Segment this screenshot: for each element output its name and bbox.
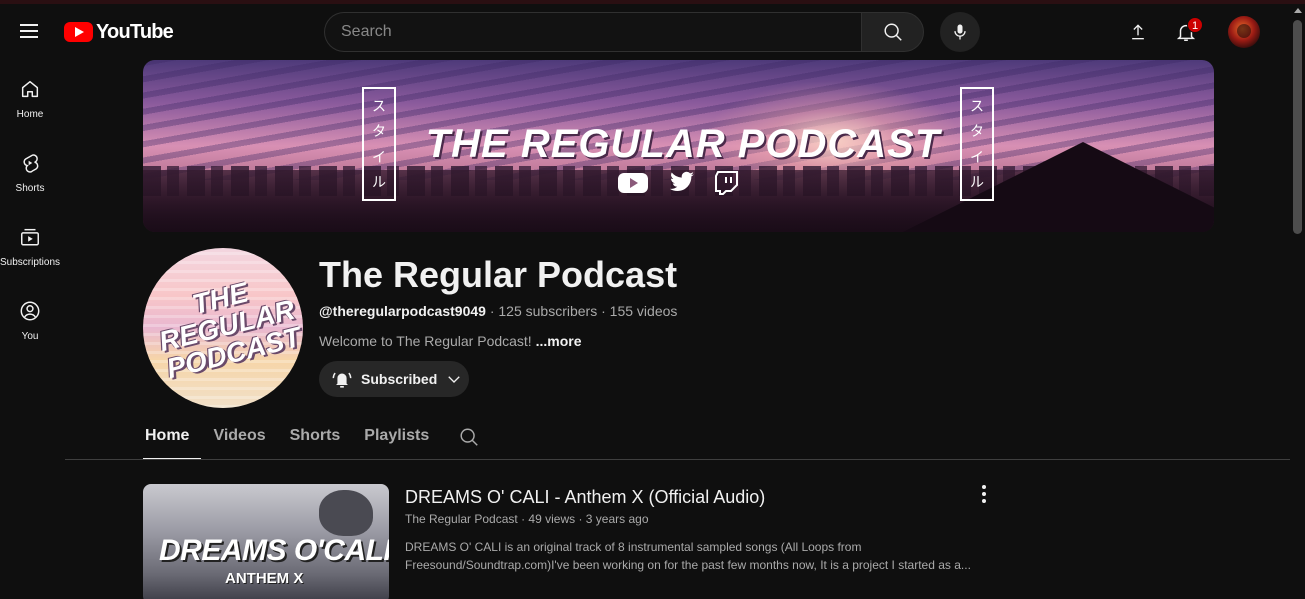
subscriber-count: 125 subscribers [498, 303, 598, 319]
channel-search-button[interactable] [449, 420, 489, 460]
video-count: 155 videos [609, 303, 678, 319]
tab-videos[interactable]: Videos [201, 420, 277, 460]
banner-glyph: ル [970, 175, 984, 192]
search-button[interactable] [861, 12, 924, 52]
youtube-play-icon [64, 22, 93, 42]
channel-avatar[interactable]: THE REGULAR PODCAST [143, 248, 303, 408]
subscribed-button[interactable]: Subscribed [319, 361, 469, 397]
youtube-logo[interactable]: YouTube [64, 20, 174, 44]
banner-vertical-text-right: ス タ イ ル [960, 87, 994, 201]
sidebar-item-you[interactable]: You [0, 282, 60, 346]
featured-video-thumbnail[interactable]: DREAMS O'CALI ANTHEM X [143, 484, 389, 599]
featured-video-description: DREAMS O' CALI is an original track of 8… [405, 540, 971, 572]
sidebar-item-shorts[interactable]: Shorts [0, 134, 60, 198]
meta-separator: · [578, 512, 586, 526]
subscribed-label: Subscribed [361, 371, 438, 387]
banner-glyph: ル [372, 175, 386, 192]
channel-description: Welcome to The Regular Podcast! ...more [319, 333, 582, 349]
meta-separator: · [601, 303, 610, 319]
scroll-up-arrow-icon[interactable] [1294, 8, 1302, 13]
tab-playlists[interactable]: Playlists [352, 420, 441, 460]
hamburger-line [20, 36, 38, 38]
banner-vertical-text-left: ス タ イ ル [362, 87, 396, 201]
sidebar-item-subscriptions[interactable]: Subscriptions [0, 208, 60, 272]
video-channel-name[interactable]: The Regular Podcast [405, 512, 518, 526]
sidebar-item-label: You [21, 331, 39, 342]
search-icon [460, 428, 479, 446]
microphone-icon [954, 24, 966, 40]
video-view-count: 49 views [528, 512, 576, 526]
banner-glyph: ス [970, 98, 984, 115]
video-action-menu-button[interactable] [972, 482, 996, 506]
tab-shorts[interactable]: Shorts [278, 420, 353, 460]
subscriptions-icon [21, 228, 39, 246]
search-input[interactable] [324, 12, 861, 52]
twitch-icon [715, 171, 738, 195]
thumbnail-subtitle-text: ANTHEM X [225, 570, 304, 587]
voice-search-button[interactable] [940, 12, 980, 52]
sidebar-item-label: Shorts [15, 183, 45, 194]
thumbnail-title-text: DREAMS O'CALI [159, 534, 389, 567]
channel-tabs: Home Videos Shorts Playlists [143, 420, 489, 460]
banner-glyph: タ [970, 124, 984, 141]
video-age: 3 years ago [585, 512, 649, 526]
upload-icon [1132, 24, 1144, 40]
sidebar-item-home[interactable]: Home [0, 60, 60, 124]
channel-metadata: @theregularpodcast9049 · 125 subscribers… [319, 303, 677, 319]
banner-mountain [903, 142, 1214, 232]
description-more-link[interactable]: ...more [536, 333, 582, 349]
tab-home[interactable]: Home [143, 420, 202, 460]
more-vertical-icon [982, 492, 986, 496]
logo-text: YouTube [96, 20, 174, 43]
description-text: Welcome to The Regular Podcast! [319, 333, 532, 349]
more-vertical-icon [982, 499, 986, 503]
channel-banner: ス タ イ ル ス タ イ ル THE REGULAR PODCAST [143, 60, 1214, 232]
masthead: YouTube 1 [0, 4, 1290, 60]
twitter-icon [669, 171, 694, 192]
home-icon [21, 80, 39, 98]
scrollbar-thumb[interactable] [1293, 20, 1302, 234]
banner-glyph: ス [372, 98, 386, 115]
sidebar-item-label: Home [16, 109, 44, 120]
account-avatar[interactable] [1228, 16, 1260, 48]
sidebar-item-label: Subscriptions [0, 257, 61, 268]
search-box [324, 12, 924, 52]
hamburger-line [20, 30, 38, 32]
hamburger-line [20, 24, 38, 26]
notification-bell-ringing-icon [332, 372, 352, 388]
notification-count-badge: 1 [1187, 17, 1204, 33]
youtube-icon [618, 173, 648, 193]
channel-handle: @theregularpodcast9049 [319, 303, 486, 319]
guide-menu-button[interactable] [14, 16, 44, 46]
notifications-button[interactable]: 1 [1170, 16, 1204, 48]
featured-video-title[interactable]: DREAMS O' CALI - Anthem X (Official Audi… [405, 487, 765, 508]
shorts-icon [23, 154, 39, 173]
create-button[interactable] [1122, 16, 1154, 48]
channel-name: The Regular Podcast [319, 254, 678, 295]
featured-video-metadata: The Regular Podcast · 49 views · 3 years… [405, 512, 649, 526]
thumbnail-floating-rock [319, 490, 373, 536]
more-vertical-icon [982, 485, 986, 489]
banner-glyph: イ [372, 149, 386, 166]
you-icon [20, 301, 40, 321]
banner-glyph: タ [372, 124, 386, 141]
chevron-down-icon [448, 376, 460, 383]
banner-title: THE REGULAR PODCAST [425, 122, 941, 166]
banner-glyph: イ [970, 149, 984, 166]
search-icon [883, 23, 902, 41]
tabs-divider [65, 459, 1290, 460]
page-scrollbar[interactable] [1290, 4, 1305, 599]
banner-social-icons [617, 170, 739, 196]
